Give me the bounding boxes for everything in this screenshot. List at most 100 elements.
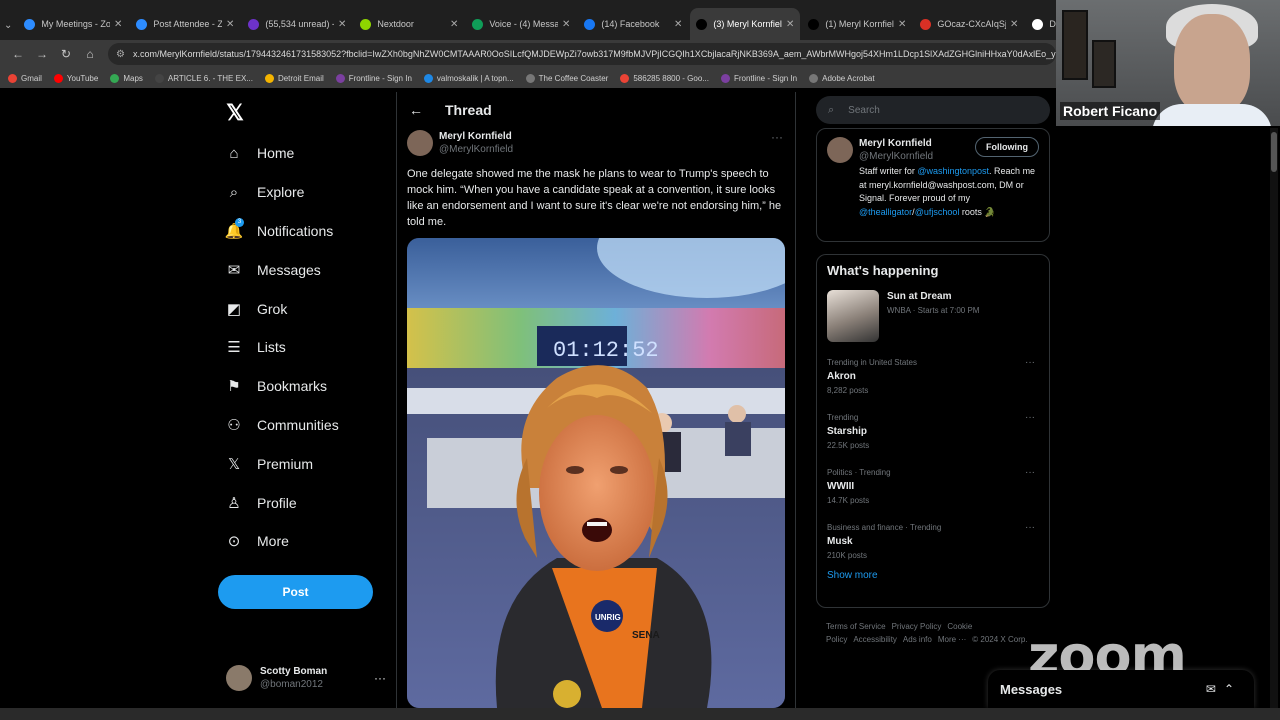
more-horizontal-icon[interactable]: ··· [374, 671, 386, 685]
profile-handle[interactable]: @MerylKornfield [859, 150, 933, 163]
page-scrollbar[interactable] [1270, 128, 1278, 708]
bookmark-favicon-icon [264, 73, 274, 83]
nav-item-label: Home [257, 145, 295, 162]
bookmark-item[interactable]: ARTICLE 6. - THE EX... [154, 73, 253, 83]
home-icon[interactable]: ⌂ [78, 47, 102, 61]
browser-tab[interactable]: Do✕ [1026, 8, 1056, 40]
browser-tab[interactable]: GOcaz-CXcAIqSji ✕ [914, 8, 1024, 40]
scrollbar-thumb[interactable] [1271, 132, 1277, 172]
bookmark-item[interactable]: 586285 8800 - Goo... [620, 73, 709, 83]
author-name[interactable]: Meryl Kornfield [439, 130, 513, 143]
close-tab-icon[interactable]: ✕ [338, 19, 346, 30]
browser-tab[interactable]: (3) Meryl Kornfiel ✕ [690, 8, 801, 40]
trend-item[interactable]: Trending in United States Akron 8,282 post… [827, 350, 1039, 405]
author-avatar[interactable] [407, 130, 433, 156]
nav-item-notifications[interactable]: 🔔 3 Notifications [218, 212, 388, 251]
bio-link-washingtonpost[interactable]: @washingtonpost [917, 166, 989, 176]
nav-item-label: Bookmarks [257, 378, 328, 395]
nav-item-more[interactable]: ⊙ More [218, 522, 388, 561]
close-tab-icon[interactable]: ✕ [786, 19, 794, 30]
trend-item[interactable]: Politics · Trending WWIII 14.7K posts ··· [827, 460, 1039, 515]
back-arrow-icon[interactable]: ← [409, 102, 433, 118]
bookmark-item[interactable]: Frontline - Sign In [720, 73, 797, 83]
tab-title: Voice - (4) Messag [489, 19, 558, 29]
bookmark-favicon-icon [154, 73, 164, 83]
footer-link[interactable]: Terms of Service [826, 622, 886, 631]
browser-tab[interactable]: Voice - (4) Messag ✕ [466, 8, 576, 40]
bookmark-label: Maps [123, 73, 143, 83]
footer-link[interactable]: More ··· [938, 635, 966, 644]
browser-tab[interactable]: (55,534 unread) - ✕ [242, 8, 352, 40]
browser-tab[interactable]: Post Attendee - Z ✕ [130, 8, 240, 40]
close-tab-icon[interactable]: ✕ [226, 19, 234, 30]
account-switcher[interactable]: Scotty Boman @boman2012 ··· [226, 662, 386, 694]
more-horizontal-icon[interactable]: ··· [1025, 411, 1035, 425]
nav-item-grok[interactable]: ◩ Grok [218, 289, 388, 328]
nav-item-communities[interactable]: ⚇ Communities [218, 406, 388, 445]
more-horizontal-icon[interactable]: ··· [771, 130, 783, 144]
x-footer-links: Terms of Service Privacy Policy Cookie Pol… [826, 620, 1036, 646]
close-tab-icon[interactable]: ✕ [562, 19, 570, 30]
browser-tab[interactable]: (1) Meryl Kornfiel ✕ [802, 8, 912, 40]
author-handle[interactable]: @MerylKornfield [439, 143, 513, 156]
close-tab-icon[interactable]: ✕ [114, 19, 122, 30]
post-button[interactable]: Post [218, 574, 373, 609]
bookmark-item[interactable]: YouTube [53, 73, 98, 83]
bookmark-item[interactable]: Gmail [8, 73, 42, 83]
nav-item-messages[interactable]: ✉ Messages [218, 250, 388, 289]
wall-frame [1092, 40, 1116, 88]
following-button[interactable]: Following [975, 137, 1039, 157]
more-horizontal-icon[interactable]: ··· [1025, 521, 1035, 535]
nav-item-profile[interactable]: ♙ Profile [218, 483, 388, 522]
tab-search-chevron-icon[interactable]: ⌄ [4, 10, 12, 40]
bookmark-item[interactable]: Frontline - Sign In [335, 73, 412, 83]
bookmark-item[interactable]: Detroit Email [264, 73, 324, 83]
bookmark-item[interactable]: Adobe Acrobat [809, 73, 875, 83]
footer-link[interactable]: Accessibility [853, 635, 897, 644]
trend-item[interactable]: Trending Starship 22.5K posts ··· [827, 405, 1039, 460]
left-navigation: 𝕏 ⌂ Home ⌕ Explore 🔔 3 Notifications ✉ Messages ◩… [218, 96, 388, 609]
browser-tab[interactable]: My Meetings - Zo ✕ [18, 8, 128, 40]
tweet-media-video[interactable]: 01:12:52 UNRIG SENA [407, 238, 785, 708]
address-bar[interactable]: ⚙ x.com/MerylKornfield/status/1794432461… [108, 43, 1056, 65]
footer-link[interactable]: Privacy Policy [892, 622, 942, 631]
bookmark-favicon-icon [620, 73, 630, 83]
tab-title: My Meetings - Zo [41, 19, 110, 29]
search-input[interactable]: ⌕ Search [816, 96, 1050, 124]
more-horizontal-icon[interactable]: ··· [1025, 466, 1035, 480]
trend-item[interactable]: Business and finance · Trending Musk 210K … [827, 515, 1039, 570]
reload-icon[interactable]: ↻ [54, 47, 78, 61]
nav-item-premium[interactable]: 𝕏 Premium [218, 444, 388, 483]
browser-tab[interactable]: (14) Facebook ✕ [578, 8, 688, 40]
close-tab-icon[interactable]: ✕ [450, 19, 458, 30]
bookmark-item[interactable]: The Coffee Coaster [525, 73, 609, 83]
bookmark-item[interactable]: valmoskalik | A topn... [423, 73, 514, 83]
show-more-link[interactable]: Show more [827, 570, 1039, 581]
bookmark-label: The Coffee Coaster [538, 73, 609, 83]
new-message-icon[interactable]: ✉ [1206, 682, 1224, 696]
bookmark-item[interactable]: Maps [110, 73, 143, 83]
image-icon [920, 18, 932, 30]
footer-link[interactable]: Ads info [903, 635, 932, 644]
close-tab-icon[interactable]: ✕ [1010, 19, 1018, 30]
event-item[interactable]: Sun at Dream WNBA · Starts at 7:00 PM [827, 290, 1039, 350]
nav-item-explore[interactable]: ⌕ Explore [218, 173, 388, 212]
expand-chevron-icon[interactable]: ⌃ [1224, 682, 1242, 696]
x-logo-icon[interactable]: 𝕏 [218, 96, 252, 130]
avatar[interactable] [827, 137, 853, 163]
nav-item-lists[interactable]: ☰ Lists [218, 328, 388, 367]
bookmark-favicon-icon [8, 73, 17, 83]
browser-tab[interactable]: Nextdoor ✕ [354, 8, 464, 40]
close-tab-icon[interactable]: ✕ [674, 19, 682, 30]
back-arrow-icon[interactable]: ← [6, 47, 30, 61]
more-horizontal-icon[interactable]: ··· [1025, 356, 1035, 370]
nav-item-bookmarks[interactable]: ⚑ Bookmarks [218, 367, 388, 406]
close-tab-icon[interactable]: ✕ [898, 19, 906, 30]
nav-item-home[interactable]: ⌂ Home [218, 134, 388, 173]
bio-link-ufjschool[interactable]: @ufjschool [915, 207, 960, 217]
forward-arrow-icon[interactable]: → [30, 47, 54, 61]
messages-drawer[interactable]: Messages ✉⌃ [988, 670, 1254, 708]
site-info-icon[interactable]: ⚙ [116, 49, 125, 60]
bio-link-thealligator[interactable]: @thealligator [859, 207, 912, 217]
profile-name[interactable]: Meryl Kornfield [859, 137, 933, 150]
